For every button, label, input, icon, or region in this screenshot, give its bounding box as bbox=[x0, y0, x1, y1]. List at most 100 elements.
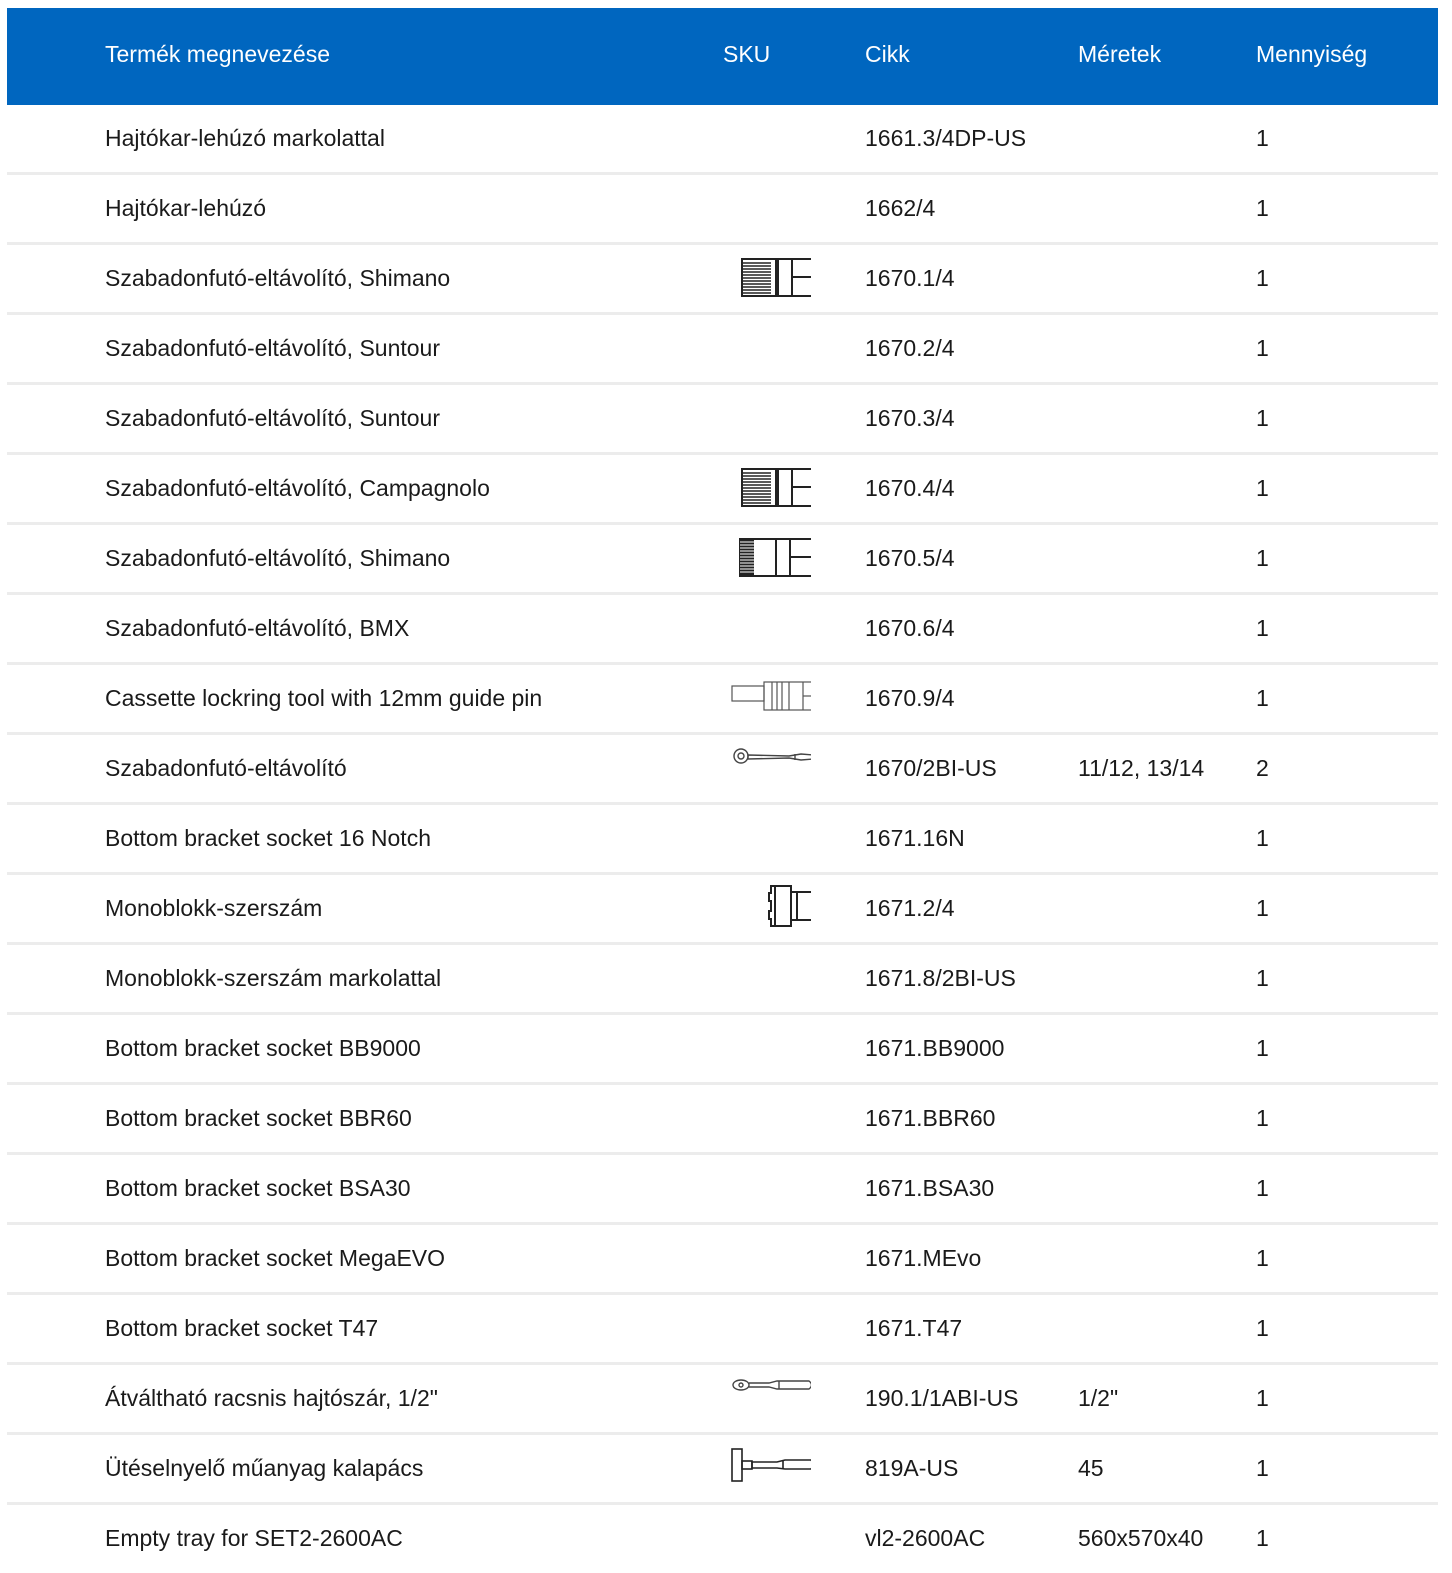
lockring-tool-icon bbox=[719, 665, 811, 732]
article-number: 190.1/1ABI-US bbox=[865, 1385, 1019, 1411]
article-number: 1670.3/4 bbox=[865, 405, 955, 431]
product-name: Szabadonfutó-eltávolító, Suntour bbox=[105, 335, 441, 361]
monoblock-tool-icon bbox=[719, 875, 811, 942]
hammer-icon bbox=[719, 1435, 811, 1502]
article-number: 1671.BSA30 bbox=[865, 1175, 995, 1201]
quantity: 1 bbox=[1256, 1035, 1269, 1061]
table-row: Hajtókar-lehúzó 1662/4 1 bbox=[7, 175, 1438, 245]
quantity: 1 bbox=[1256, 125, 1269, 151]
article-number: 1671.BB9000 bbox=[865, 1035, 1005, 1061]
header-sku: SKU bbox=[723, 41, 771, 67]
product-name: Hajtókar-lehúzó bbox=[105, 195, 267, 221]
table-row: Szabadonfutó-eltávolító, BMX 1670.6/4 1 bbox=[7, 595, 1438, 665]
table-row: Szabadonfutó-eltávolító 1670/2BI-US 11/12,… bbox=[7, 735, 1438, 805]
table-row: Bottom bracket socket BB9000 1671.BB9000 1 bbox=[7, 1015, 1438, 1085]
wrench-icon bbox=[719, 735, 811, 802]
quantity: 1 bbox=[1256, 405, 1269, 431]
quantity: 1 bbox=[1256, 825, 1269, 851]
product-name: Bottom bracket socket MegaEVO bbox=[105, 1245, 446, 1271]
table-row: Átváltható racsnis hajtószár, 1/2" 190.1/… bbox=[7, 1365, 1438, 1435]
quantity: 2 bbox=[1256, 755, 1269, 781]
quantity: 1 bbox=[1256, 195, 1269, 221]
table-row: Bottom bracket socket 16 Notch 1671.16N 1 bbox=[7, 805, 1438, 875]
table-row: Szabadonfutó-eltávolító, Campagnolo 1670.… bbox=[7, 455, 1438, 525]
article-number: 1670.9/4 bbox=[865, 685, 955, 711]
table-row: Hajtókar-lehúzó markolattal 1661.3/4DP-US… bbox=[7, 105, 1438, 175]
table-row: Monoblokk-szerszám markolattal 1671.8/2BI… bbox=[7, 945, 1438, 1015]
dimensions: 560x570x40 bbox=[1078, 1525, 1204, 1551]
table-row: Bottom bracket socket MegaEVO 1671.MEvo 1 bbox=[7, 1225, 1438, 1295]
table-row: Szabadonfutó-eltávolító, Suntour 1670.2/4… bbox=[7, 315, 1438, 385]
article-number: 1671.16N bbox=[865, 825, 965, 851]
product-name: Monoblokk-szerszám markolattal bbox=[105, 965, 442, 991]
quantity: 1 bbox=[1256, 1385, 1269, 1411]
table-row: Monoblokk-szerszám 1671.2/4 1 bbox=[7, 875, 1438, 945]
quantity: 1 bbox=[1256, 1455, 1269, 1481]
product-name: Bottom bracket socket 16 Notch bbox=[105, 825, 431, 851]
quantity: 1 bbox=[1256, 685, 1269, 711]
table-body: Hajtókar-lehúzó markolattal 1661.3/4DP-US… bbox=[7, 105, 1438, 1572]
product-name: Szabadonfutó-eltávolító bbox=[105, 755, 347, 781]
product-name: Szabadonfutó-eltávolító, Shimano bbox=[105, 545, 451, 571]
article-number: 1671.8/2BI-US bbox=[865, 965, 1016, 991]
article-number: 819A-US bbox=[865, 1455, 959, 1481]
product-name: Empty tray for SET2-2600AC bbox=[105, 1525, 403, 1551]
article-number: 1670.5/4 bbox=[865, 545, 955, 571]
quantity: 1 bbox=[1256, 615, 1269, 641]
quantity: 1 bbox=[1256, 335, 1269, 361]
quantity: 1 bbox=[1256, 1105, 1269, 1131]
article-number: 1661.3/4DP-US bbox=[865, 125, 1027, 151]
article-number: vl2-2600AC bbox=[865, 1525, 986, 1551]
quantity: 1 bbox=[1256, 475, 1269, 501]
article-number: 1671.BBR60 bbox=[865, 1105, 996, 1131]
table-row: Cassette lockring tool with 12mm guide p… bbox=[7, 665, 1438, 735]
table-header: Termék megnevezése SKU Cikk Méretek Menn… bbox=[7, 8, 1438, 105]
product-table: Termék megnevezése SKU Cikk Méretek Menn… bbox=[7, 8, 1438, 1572]
product-name: Szabadonfutó-eltávolító, Campagnolo bbox=[105, 475, 490, 501]
quantity: 1 bbox=[1256, 1175, 1269, 1201]
header-cikk: Cikk bbox=[865, 41, 910, 67]
dimensions: 1/2" bbox=[1078, 1385, 1119, 1411]
table-row: Szabadonfutó-eltávolító, Suntour 1670.3/4… bbox=[7, 385, 1438, 455]
table-row: Bottom bracket socket BSA30 1671.BSA30 1 bbox=[7, 1155, 1438, 1225]
quantity: 1 bbox=[1256, 545, 1269, 571]
product-name: Átváltható racsnis hajtószár, 1/2" bbox=[105, 1385, 438, 1411]
article-number: 1670.2/4 bbox=[865, 335, 955, 361]
table-row: Szabadonfutó-eltávolító, Shimano 1670.5/4… bbox=[7, 525, 1438, 595]
table-row: Bottom bracket socket T47 1671.T47 1 bbox=[7, 1295, 1438, 1365]
article-number: 1671.T47 bbox=[865, 1315, 963, 1341]
product-name: Cassette lockring tool with 12mm guide p… bbox=[105, 685, 543, 711]
product-name: Bottom bracket socket BSA30 bbox=[105, 1175, 411, 1201]
product-name: Szabadonfutó-eltávolító, Suntour bbox=[105, 405, 441, 431]
article-number: 1670/2BI-US bbox=[865, 755, 997, 781]
freewheel-tool-dense-icon bbox=[719, 525, 811, 592]
quantity: 1 bbox=[1256, 895, 1269, 921]
freewheel-tool-icon bbox=[719, 245, 811, 312]
product-name: Ütéselnyelő műanyag kalapács bbox=[105, 1455, 424, 1481]
dimensions: 45 bbox=[1078, 1455, 1104, 1481]
quantity: 1 bbox=[1256, 965, 1269, 991]
article-number: 1670.6/4 bbox=[865, 615, 955, 641]
quantity: 1 bbox=[1256, 1245, 1269, 1271]
product-name: Bottom bracket socket T47 bbox=[105, 1315, 379, 1341]
header-product-name: Termék megnevezése bbox=[105, 41, 330, 67]
article-number: 1671.MEvo bbox=[865, 1245, 982, 1271]
quantity: 1 bbox=[1256, 1315, 1269, 1341]
freewheel-tool-icon bbox=[719, 455, 811, 522]
table-row: Bottom bracket socket BBR60 1671.BBR60 1 bbox=[7, 1085, 1438, 1155]
article-number: 1662/4 bbox=[865, 195, 936, 221]
table-row: Szabadonfutó-eltávolító, Shimano 1670.1/4… bbox=[7, 245, 1438, 315]
table-row: Empty tray for SET2-2600AC vl2-2600AC 560x… bbox=[7, 1505, 1438, 1572]
table-row: Ütéselnyelő műanyag kalapács 819A-US 45 1 bbox=[7, 1435, 1438, 1505]
product-name: Szabadonfutó-eltávolító, BMX bbox=[105, 615, 410, 641]
header-size: Méretek bbox=[1078, 41, 1162, 67]
ratchet-icon bbox=[719, 1365, 811, 1432]
header-quantity: Mennyiség bbox=[1256, 41, 1368, 67]
article-number: 1671.2/4 bbox=[865, 895, 955, 921]
article-number: 1670.4/4 bbox=[865, 475, 955, 501]
dimensions: 11/12, 13/14 bbox=[1078, 755, 1205, 781]
quantity: 1 bbox=[1256, 1525, 1269, 1551]
article-number: 1670.1/4 bbox=[865, 265, 955, 291]
product-name: Hajtókar-lehúzó markolattal bbox=[105, 125, 385, 151]
product-name: Bottom bracket socket BB9000 bbox=[105, 1035, 421, 1061]
